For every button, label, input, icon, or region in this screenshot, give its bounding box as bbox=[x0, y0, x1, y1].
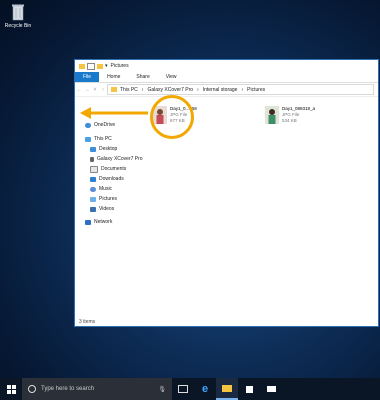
video-icon bbox=[90, 206, 96, 212]
breadcrumb-internal-storage[interactable]: Internal storage bbox=[203, 87, 238, 93]
mail-button[interactable] bbox=[260, 378, 282, 400]
address-bar: ← → ˅ ↑ This PC › Galaxy XCover7 Pro › I… bbox=[75, 83, 378, 97]
nav-item-this-pc[interactable]: This PC bbox=[75, 134, 153, 144]
store-bag-icon bbox=[245, 385, 253, 393]
breadcrumb[interactable]: This PC › Galaxy XCover7 Pro › Internal … bbox=[107, 84, 374, 95]
start-button[interactable] bbox=[0, 378, 22, 400]
file-item[interactable]: Day1_089318_a JPG File 534 KB bbox=[265, 106, 315, 124]
folder-icon bbox=[90, 146, 96, 152]
tab-file[interactable]: File bbox=[75, 72, 100, 82]
recycle-bin-icon bbox=[11, 3, 25, 21]
folder-icon bbox=[111, 87, 117, 92]
nav-item-label: Pictures bbox=[99, 196, 118, 202]
chevron-right-icon: › bbox=[141, 86, 144, 93]
chevron-right-icon: › bbox=[241, 86, 244, 93]
breadcrumb-this-pc[interactable]: This PC bbox=[120, 87, 138, 93]
nav-item-label: Galaxy XCover7 Pro bbox=[97, 156, 143, 162]
search-placeholder: Type here to search bbox=[41, 386, 95, 392]
title-bar: ▾ Pictures bbox=[75, 60, 378, 72]
nav-item-label: Network bbox=[94, 219, 113, 225]
taskbar-search-box[interactable]: Type here to search 🎙 bbox=[22, 378, 172, 400]
chevron-down-icon[interactable]: ˅ bbox=[91, 87, 99, 93]
download-icon bbox=[90, 176, 96, 182]
music-icon bbox=[90, 186, 96, 192]
chevron-right-icon: › bbox=[197, 86, 199, 93]
tab-share[interactable]: Share bbox=[128, 72, 157, 82]
nav-item-label: OneDrive bbox=[94, 122, 116, 128]
nav-item-label: This PC bbox=[94, 136, 112, 142]
computer-icon bbox=[85, 136, 91, 142]
taskbar: Type here to search 🎙 e bbox=[0, 378, 380, 400]
photo-thumbnail bbox=[265, 106, 279, 124]
folder-icon[interactable] bbox=[97, 63, 103, 69]
breadcrumb-device[interactable]: Galaxy XCover7 Pro bbox=[147, 87, 193, 93]
folder-icon bbox=[222, 384, 232, 392]
nav-item-pictures[interactable]: Pictures bbox=[75, 194, 153, 204]
nav-item-label: Music bbox=[99, 186, 113, 192]
forward-arrow-icon[interactable]: → bbox=[83, 87, 91, 93]
edge-icon: e bbox=[201, 383, 209, 395]
recycle-bin-shortcut[interactable]: Recycle Bin bbox=[3, 3, 33, 29]
windows-logo-icon bbox=[6, 384, 16, 394]
task-view-button[interactable] bbox=[172, 378, 194, 400]
nav-item-network[interactable]: Network bbox=[75, 217, 153, 227]
nav-item-label: Videos bbox=[99, 206, 115, 212]
instruction-arrow bbox=[80, 107, 148, 119]
back-arrow-icon[interactable]: ← bbox=[75, 87, 83, 93]
breadcrumb-pictures[interactable]: Pictures bbox=[247, 87, 265, 93]
phone-icon bbox=[90, 156, 94, 162]
recycle-bin-label: Recycle Bin bbox=[4, 23, 32, 29]
file-explorer-window: ▾ Pictures File Home Share View ← → ˅ ↑ … bbox=[74, 59, 379, 327]
check-icon[interactable] bbox=[87, 62, 95, 70]
network-icon bbox=[85, 219, 91, 225]
chevron-down-icon[interactable]: ▾ bbox=[105, 63, 108, 69]
nav-item-music[interactable]: Music bbox=[75, 184, 153, 194]
folder-icon bbox=[79, 63, 85, 69]
status-bar-count: 3 items bbox=[79, 319, 96, 325]
cortana-icon bbox=[28, 385, 36, 393]
task-view-icon bbox=[178, 385, 188, 393]
mail-icon bbox=[266, 386, 276, 392]
nav-item-label: Documents bbox=[101, 166, 127, 172]
nav-item-desktop[interactable]: Desktop bbox=[75, 144, 153, 154]
nav-item-downloads[interactable]: Downloads bbox=[75, 174, 153, 184]
nav-item-label: Downloads bbox=[99, 176, 124, 182]
highlight-circle bbox=[150, 95, 194, 139]
ribbon-tabs: File Home Share View bbox=[75, 72, 378, 83]
nav-item-onedrive[interactable]: OneDrive bbox=[75, 120, 153, 130]
pictures-icon bbox=[90, 196, 96, 202]
edge-browser-button[interactable]: e bbox=[194, 378, 216, 400]
microphone-icon[interactable]: 🎙 bbox=[158, 386, 166, 393]
tab-home[interactable]: Home bbox=[99, 72, 128, 82]
nav-item-device[interactable]: Galaxy XCover7 Pro bbox=[75, 154, 153, 164]
nav-item-label: Desktop bbox=[99, 146, 118, 152]
nav-item-documents[interactable]: Documents bbox=[75, 164, 153, 174]
nav-item-videos[interactable]: Videos bbox=[75, 204, 153, 214]
window-title: Pictures bbox=[110, 63, 129, 69]
file-explorer-taskbar-button[interactable] bbox=[216, 378, 238, 400]
cloud-icon bbox=[85, 122, 91, 128]
tab-view[interactable]: View bbox=[158, 72, 185, 82]
store-button[interactable] bbox=[238, 378, 260, 400]
file-size: 534 KB bbox=[282, 118, 297, 123]
navigation-pane: OneDrive This PC Desktop Galaxy XCover7 … bbox=[75, 96, 153, 316]
explorer-content: OneDrive This PC Desktop Galaxy XCover7 … bbox=[75, 96, 378, 316]
up-arrow-icon[interactable]: ↑ bbox=[99, 87, 107, 93]
document-icon bbox=[90, 165, 98, 173]
